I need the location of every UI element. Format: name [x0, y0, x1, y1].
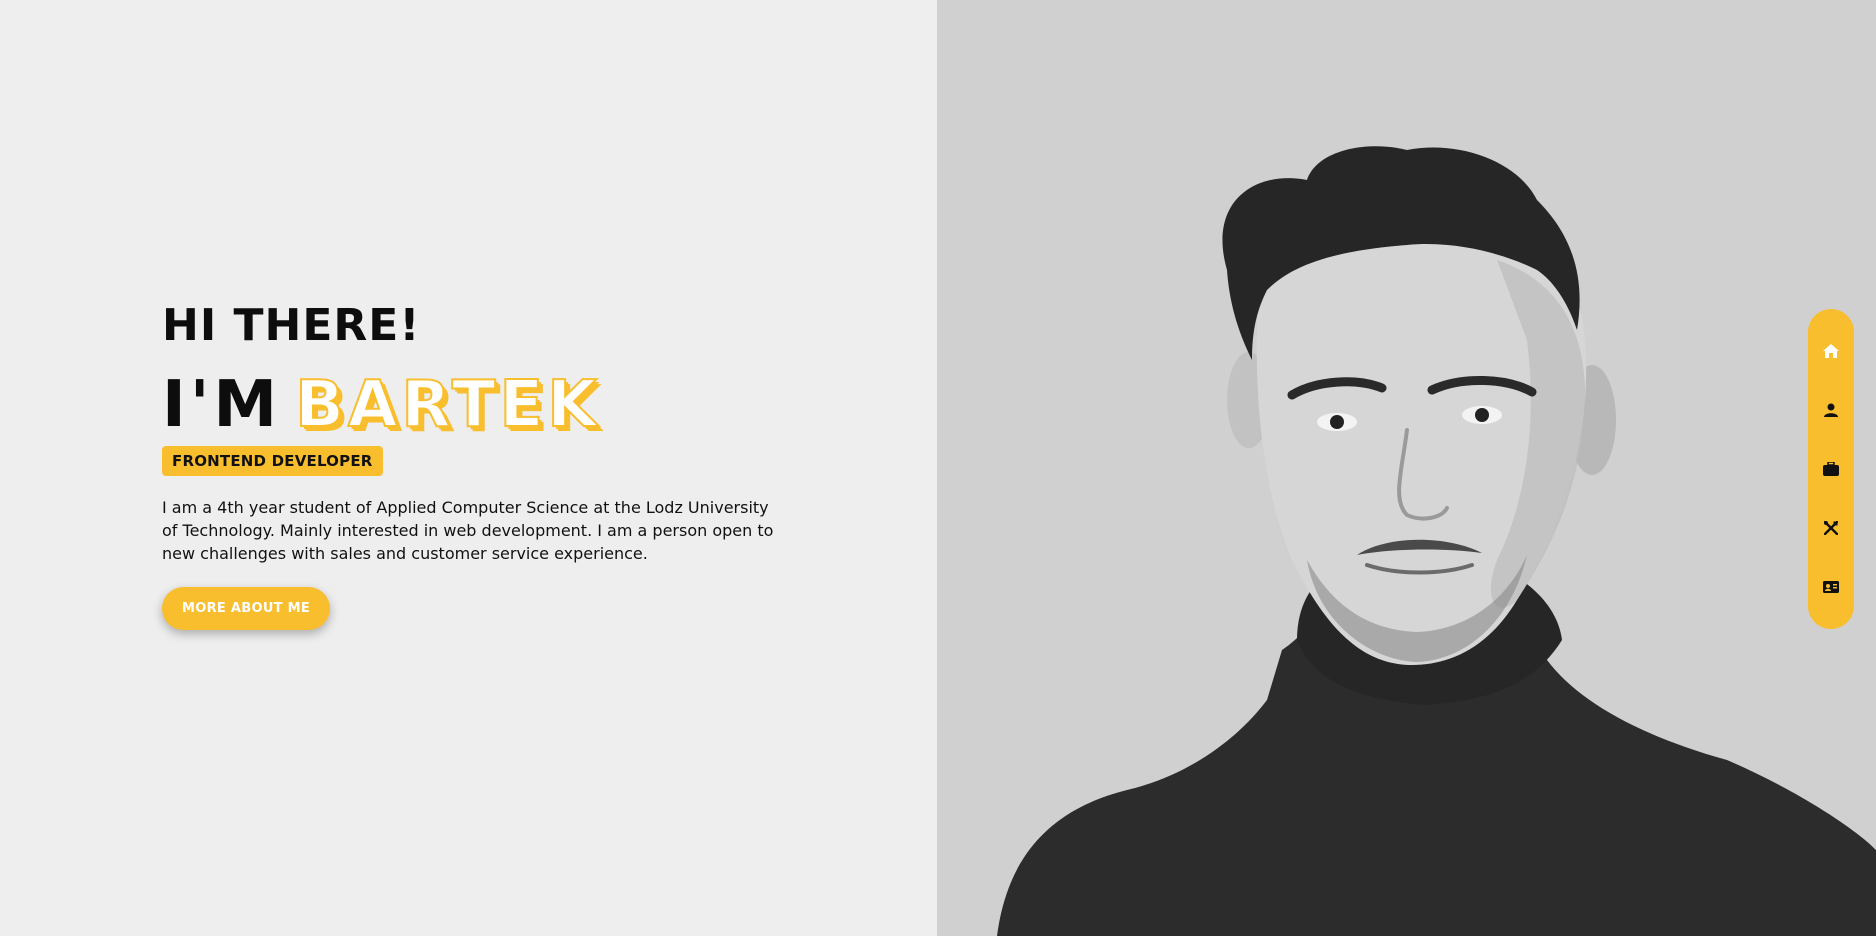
nav-contact[interactable]: [1816, 572, 1846, 602]
nav-portfolio[interactable]: [1816, 454, 1846, 484]
hero-section: HI THERE! I'M BARTEK FRONTEND DEVELOPER I…: [162, 300, 802, 630]
tools-icon: [1824, 521, 1838, 536]
name-heading: I'M BARTEK: [162, 368, 802, 442]
name-prefix: I'M: [162, 368, 282, 442]
contact-card-icon: [1823, 581, 1839, 594]
bio-text: I am a 4th year student of Applied Compu…: [162, 498, 774, 563]
left-panel: HI THERE! I'M BARTEK FRONTEND DEVELOPER I…: [0, 0, 937, 936]
name-accent: BARTEK: [294, 368, 601, 442]
nav-skills[interactable]: [1816, 513, 1846, 543]
user-icon: [1824, 403, 1838, 417]
portrait-image: [997, 146, 1876, 936]
greeting-heading: HI THERE!: [162, 300, 421, 351]
role-badge: FRONTEND DEVELOPER: [162, 446, 383, 476]
briefcase-icon: [1823, 461, 1839, 476]
home-icon: [1823, 343, 1839, 358]
home-page: HI THERE! I'M BARTEK FRONTEND DEVELOPER I…: [0, 0, 1876, 936]
nav-about[interactable]: [1816, 395, 1846, 425]
side-nav: [1808, 309, 1854, 629]
right-panel: [937, 0, 1876, 936]
nav-home[interactable]: [1816, 336, 1846, 366]
more-about-me-button[interactable]: MORE ABOUT ME: [162, 587, 331, 630]
